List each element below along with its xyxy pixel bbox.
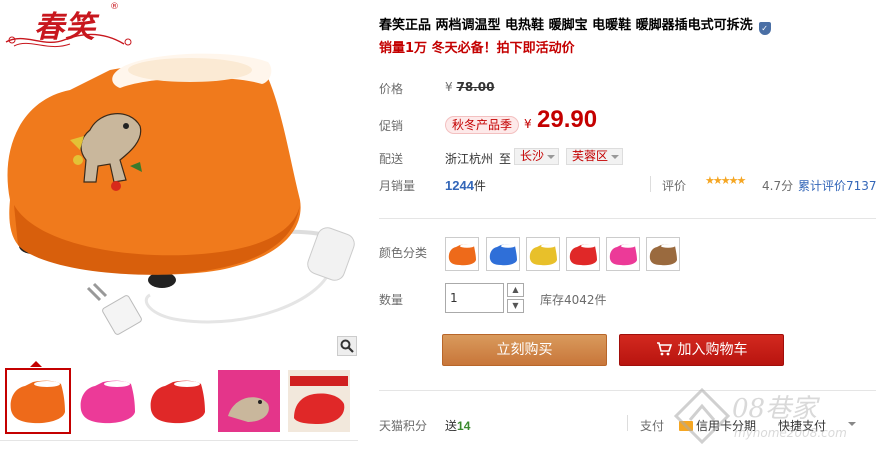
rating-label: 评价	[662, 179, 687, 193]
slipper-icon	[609, 244, 637, 266]
rating-score: 4.7分	[762, 179, 794, 193]
thumbnail-strip	[0, 367, 358, 435]
product-title-text: 春笑正品 两档调温型 电热鞋 暖脚宝 电暖鞋 暖脚器插电式可拆洗	[379, 18, 753, 33]
color-label: 颜色分类	[379, 246, 428, 260]
quantity-input[interactable]: 1	[445, 283, 504, 313]
original-price-value: 78.00	[456, 80, 495, 94]
current-currency: ¥	[524, 117, 532, 131]
thumbnail-1[interactable]	[5, 368, 71, 434]
chevron-down-icon	[547, 155, 556, 159]
add-to-cart-label: 加入购物车	[677, 342, 748, 358]
points-label: 天猫积分	[379, 419, 428, 433]
color-swatch[interactable]	[566, 237, 600, 271]
divider	[650, 176, 651, 192]
color-swatch[interactable]	[526, 237, 560, 271]
color-swatch[interactable]	[445, 237, 479, 271]
slipper-icon	[529, 244, 557, 266]
color-swatch[interactable]	[646, 237, 680, 271]
quantity-increase-button[interactable]: ▲	[507, 283, 524, 297]
color-swatch[interactable]	[486, 237, 520, 271]
thumbnail-divider	[0, 440, 358, 441]
section-divider	[379, 218, 876, 219]
color-swatch[interactable]	[606, 237, 640, 271]
district-select[interactable]: 芙蓉区	[566, 148, 624, 165]
ship-from: 浙江杭州	[445, 152, 494, 166]
rating-stars: ★★★★★	[705, 174, 746, 187]
zoom-icon[interactable]	[337, 336, 357, 356]
ship-to-word: 至	[499, 152, 512, 166]
buy-now-button[interactable]: 立刻购买	[442, 334, 607, 366]
slipper-illustration	[7, 53, 355, 335]
site-watermark: 08巷家 myhome2008.com	[672, 376, 872, 456]
shield-icon: ✓	[758, 22, 771, 35]
monthly-sales-unit: 件	[473, 179, 486, 193]
slipper-icon	[649, 244, 677, 266]
promo-label: 促销	[379, 119, 404, 133]
slipper-icon	[489, 244, 517, 266]
monthly-sales: 1244件	[445, 177, 486, 194]
divider	[627, 415, 628, 431]
sales-label: 月销量	[379, 179, 416, 193]
points-prefix: 送	[445, 419, 458, 433]
points-value: 送14	[445, 417, 470, 434]
watermark-url: myhome2008.com	[734, 426, 847, 440]
city-value: 长沙	[520, 149, 545, 163]
original-price: ¥ 78.00	[445, 80, 494, 94]
total-reviews-link[interactable]: 累计评价7137	[798, 177, 876, 194]
chevron-down-icon	[611, 155, 620, 159]
price-label: 价格	[379, 82, 404, 96]
quantity-decrease-button[interactable]: ▼	[507, 299, 524, 313]
slipper-icon	[569, 244, 597, 266]
current-price: 29.90	[537, 106, 598, 133]
district-value: 芙蓉区	[572, 149, 609, 163]
monthly-sales-count: 1244	[445, 178, 474, 193]
main-product-image[interactable]: 春笑 ®	[0, 0, 358, 357]
quantity-label: 数量	[379, 293, 404, 307]
thumbnail-4[interactable]	[218, 370, 280, 432]
points-number: 14	[457, 419, 471, 433]
cart-icon	[656, 342, 672, 356]
watermark-text: 08巷家	[732, 394, 818, 424]
payment-label: 支付	[640, 419, 665, 433]
product-title: 春笑正品 两档调温型 电热鞋 暖脚宝 电暖鞋 暖脚器插电式可拆洗 ✓	[379, 14, 771, 35]
original-currency: ¥	[445, 80, 453, 94]
thumbnail-3[interactable]	[147, 370, 209, 432]
add-to-cart-button[interactable]: 加入购物车	[619, 334, 784, 366]
thumbnail-5[interactable]	[288, 370, 350, 432]
product-subtitle: 销量1万 冬天必备！拍下即活动价	[379, 41, 575, 56]
slipper-icon	[448, 244, 476, 266]
shipping-label: 配送	[379, 152, 404, 166]
promo-tag[interactable]: 秋冬产品季	[445, 116, 520, 134]
stock-count: 库存4042件	[540, 293, 607, 307]
city-select[interactable]: 长沙	[514, 148, 560, 165]
thumbnail-2[interactable]	[77, 370, 139, 432]
